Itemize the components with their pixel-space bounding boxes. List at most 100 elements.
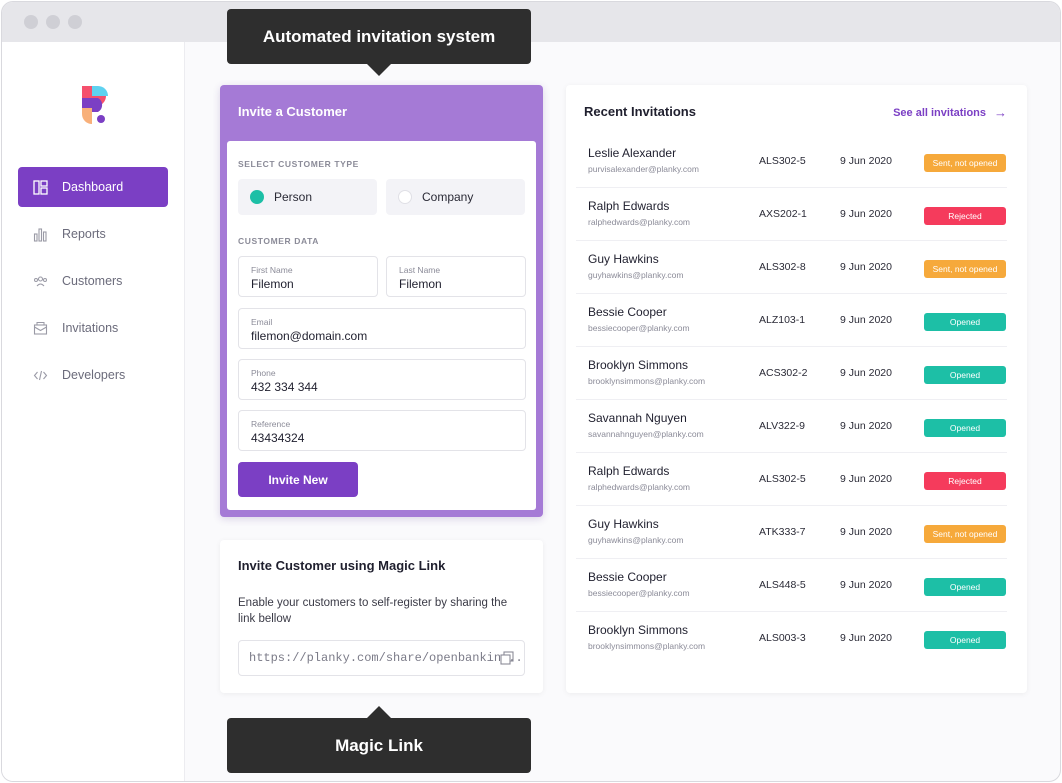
field-value: 432 334 344	[251, 380, 318, 394]
sidebar-item-label: Reports	[62, 227, 106, 241]
field-label: Reference	[251, 419, 291, 429]
last-name-field[interactable]: Last Name Filemon	[386, 256, 526, 297]
customer-data-label: CUSTOMER DATA	[238, 236, 319, 246]
row-date: 9 Jun 2020	[840, 420, 892, 432]
callout-magic-link: Magic Link	[227, 718, 531, 773]
row-code: ALS448-5	[759, 579, 806, 591]
window-maximize-dot[interactable]	[68, 15, 82, 29]
table-row[interactable]: Guy Hawkins guyhawkins@planky.com ALS302-8…	[576, 241, 1007, 294]
row-name: Ralph Edwards	[588, 464, 670, 478]
row-email: purvisalexander@planky.com	[588, 164, 699, 174]
email-field[interactable]: Email filemon@domain.com	[238, 308, 526, 349]
type-option-label: Company	[422, 190, 474, 204]
callout-text: Magic Link	[335, 735, 423, 755]
row-date: 9 Jun 2020	[840, 367, 892, 379]
row-name: Guy Hawkins	[588, 517, 659, 531]
row-name: Brooklyn Simmons	[588, 623, 689, 637]
sidebar-item-label: Developers	[62, 368, 126, 382]
status-badge: Rejected	[924, 472, 1006, 490]
table-row[interactable]: Ralph Edwards ralphedwards@planky.com ALS3…	[576, 453, 1007, 506]
sidebar-item-reports[interactable]: Reports	[18, 214, 168, 254]
code-icon	[32, 367, 48, 383]
type-option-person[interactable]: Person	[238, 179, 377, 215]
row-name: Bessie Cooper	[588, 570, 667, 584]
window-close-dot[interactable]	[24, 15, 38, 29]
recent-invitations-title: Recent Invitations	[584, 104, 696, 119]
radio-selected-icon	[250, 190, 264, 204]
status-badge: Sent, not opened	[924, 525, 1006, 543]
row-email: bessiecooper@planky.com	[588, 588, 690, 598]
row-email: guyhawkins@planky.com	[588, 270, 684, 280]
row-code: ALV322-9	[759, 420, 805, 432]
status-badge: Opened	[924, 313, 1006, 331]
row-date: 9 Jun 2020	[840, 632, 892, 644]
row-code: ALZ103-1	[759, 314, 806, 326]
users-icon	[32, 273, 48, 289]
row-name: Guy Hawkins	[588, 252, 659, 266]
see-all-invitations-link[interactable]: See all invitations →	[893, 105, 1007, 120]
radio-unselected-icon	[398, 190, 412, 204]
row-name: Leslie Alexander	[588, 146, 677, 160]
field-value: Filemon	[251, 277, 294, 291]
copy-icon[interactable]	[500, 651, 514, 665]
envelope-icon	[32, 320, 48, 336]
status-badge: Sent, not opened	[924, 154, 1006, 172]
customer-type-label: SELECT CUSTOMER TYPE	[238, 159, 359, 169]
row-date: 9 Jun 2020	[840, 579, 892, 591]
row-code: ALS003-3	[759, 632, 806, 644]
sidebar-item-invitations[interactable]: Invitations	[18, 308, 168, 348]
window-titlebar	[2, 2, 1060, 42]
row-email: guyhawkins@planky.com	[588, 535, 684, 545]
row-code: ACS302-2	[759, 367, 808, 379]
row-name: Savannah Nguyen	[588, 411, 687, 425]
row-date: 9 Jun 2020	[840, 155, 892, 167]
sidebar-item-label: Dashboard	[62, 180, 124, 194]
first-name-field[interactable]: First Name Filemon	[238, 256, 378, 297]
field-value: 43434324	[251, 431, 305, 445]
sidebar-item-customers[interactable]: Customers	[18, 261, 168, 301]
type-option-label: Person	[274, 190, 313, 204]
field-label: Email	[251, 317, 273, 327]
app-window: Dashboard Reports Customers Invitations …	[1, 1, 1061, 782]
table-row[interactable]: Bessie Cooper bessiecooper@planky.com ALZ1…	[576, 294, 1007, 347]
magic-link-url: https://planky.com/share/openbankin...	[249, 651, 523, 665]
arrow-right-icon: →	[994, 105, 1007, 120]
row-date: 9 Jun 2020	[840, 208, 892, 220]
sidebar-item-label: Invitations	[62, 321, 119, 335]
invite-customer-card: Invite a Customer SELECT CUSTOMER TYPE P…	[220, 85, 543, 517]
dashboard-icon	[32, 179, 48, 195]
status-badge: Opened	[924, 366, 1006, 384]
callout-arrow-icon	[367, 706, 391, 718]
row-email: brooklynsimmons@planky.com	[588, 641, 706, 651]
callout-text: Automated invitation system	[262, 26, 496, 46]
row-email: ralphedwards@planky.com	[588, 482, 691, 492]
sidebar-item-developers[interactable]: Developers	[18, 355, 168, 395]
row-name: Ralph Edwards	[588, 199, 670, 213]
reference-field[interactable]: Reference 43434324	[238, 410, 526, 451]
table-row[interactable]: Bessie Cooper bessiecooper@planky.com ALS4…	[576, 559, 1007, 612]
magic-link-description: Enable your customers to self-register b…	[238, 597, 508, 625]
table-row[interactable]: Brooklyn Simmons brooklynsimmons@planky.c…	[576, 612, 1007, 665]
table-row[interactable]: Savannah Nguyen savannahnguyen@planky.com…	[576, 400, 1007, 453]
status-badge: Opened	[924, 578, 1006, 596]
table-row[interactable]: Guy Hawkins guyhawkins@planky.com ATK333-7…	[576, 506, 1007, 559]
status-badge: Sent, not opened	[924, 260, 1006, 278]
table-row[interactable]: Ralph Edwards ralphedwards@planky.com AXS2…	[576, 188, 1007, 241]
window-minimize-dot[interactable]	[46, 15, 60, 29]
phone-field[interactable]: Phone 432 334 344	[238, 359, 526, 400]
sidebar-item-dashboard[interactable]: Dashboard	[18, 167, 168, 207]
type-option-company[interactable]: Company	[386, 179, 525, 215]
table-row[interactable]: Leslie Alexander purvisalexander@planky.c…	[576, 135, 1007, 188]
see-all-label: See all invitations	[893, 106, 986, 119]
row-code: ALS302-8	[759, 261, 806, 273]
invite-new-button[interactable]: Invite New	[238, 462, 358, 497]
sidebar: Dashboard Reports Customers Invitations …	[2, 42, 185, 781]
sidebar-item-label: Customers	[62, 274, 123, 288]
field-label: First Name	[251, 265, 293, 275]
magic-link-title: Invite Customer using Magic Link	[238, 558, 446, 573]
row-name: Bessie Cooper	[588, 305, 667, 319]
table-row[interactable]: Brooklyn Simmons brooklynsimmons@planky.c…	[576, 347, 1007, 400]
magic-link-card: Invite Customer using Magic Link Enable …	[220, 540, 543, 693]
magic-link-input[interactable]: https://planky.com/share/openbankin...	[238, 640, 525, 676]
bar-chart-icon	[32, 226, 48, 242]
